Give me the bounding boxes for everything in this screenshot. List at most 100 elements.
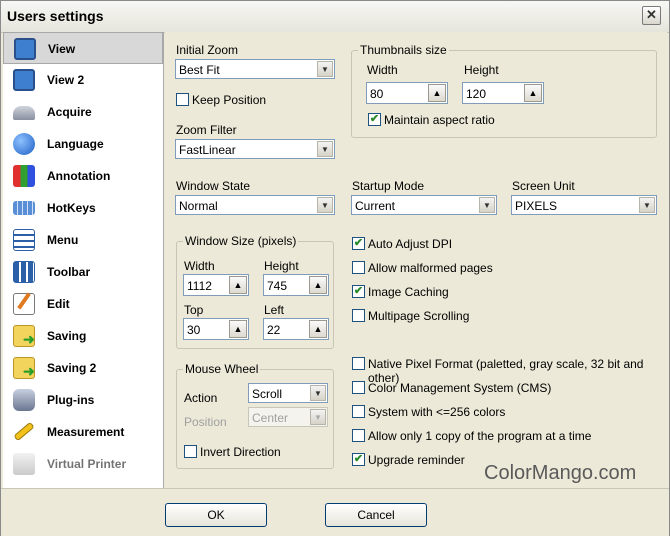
menu-icon [13,229,35,251]
initial-zoom-select[interactable]: Best Fit ▼ [175,59,335,79]
chevron-down-icon: ▼ [317,197,333,213]
invert-direction-checkbox[interactable] [184,445,197,458]
sidebar-item-label: Plug-ins [47,393,95,407]
cms-checkbox[interactable] [352,381,365,394]
zoom-filter-select[interactable]: FastLinear ▼ [175,139,335,159]
wheel-action-select[interactable]: Scroll ▼ [248,383,328,403]
sidebar-item-edit[interactable]: Edit [3,288,163,320]
window-width-label: Width [184,259,215,273]
chevron-down-icon: ▼ [479,197,495,213]
image-caching-checkbox[interactable]: ✔ [352,285,365,298]
sidebar-item-language[interactable]: Language [3,128,163,160]
cms-label: Color Management System (CMS) [368,381,552,395]
chevron-down-icon: ▼ [639,197,655,213]
sidebar-item-label: Language [47,137,104,151]
sidebar-item-acquire[interactable]: Acquire [3,96,163,128]
close-button[interactable]: ✕ [642,6,661,25]
invert-direction-label: Invert Direction [200,445,281,459]
printer-icon [13,453,35,475]
window-height-label: Height [264,259,299,273]
window-left-label: Left [264,303,285,317]
thumb-width-spinner[interactable]: 80 ▲ [366,82,448,104]
keep-position-checkbox[interactable] [176,93,189,106]
scanner-icon [13,106,35,120]
sidebar-item-label: Menu [47,233,79,247]
allow-malformed-checkbox[interactable] [352,261,365,274]
window-width-spinner[interactable]: 1112 ▲ [183,274,249,296]
sidebar-item-label: Edit [47,297,70,311]
sidebar-item-menu[interactable]: Menu [3,224,163,256]
spinner-icon[interactable]: ▲ [428,84,446,102]
sidebar-item-label: View [48,42,76,56]
system-256-colors-checkbox[interactable] [352,405,365,418]
ruler-icon [13,421,35,442]
sidebar-item-label: Saving [47,329,87,343]
sidebar-item-saving[interactable]: ➜ Saving [3,320,163,352]
sidebar-item-view[interactable]: View [3,32,163,64]
upgrade-reminder-checkbox[interactable]: ✔ [352,453,365,466]
keyboard-icon [13,201,35,215]
sidebar-item-label: Acquire [47,105,92,119]
ok-button[interactable]: OK [165,503,267,527]
allow-malformed-label: Allow malformed pages [368,261,493,275]
sidebar-item-label: Measurement [47,425,125,439]
window-top-value: 30 [187,323,201,337]
window-left-spinner[interactable]: 22 ▲ [263,318,329,340]
startup-mode-select[interactable]: Current ▼ [351,195,497,215]
window-height-spinner[interactable]: 745 ▲ [263,274,329,296]
plugin-icon [13,389,35,411]
spinner-icon[interactable]: ▲ [229,276,247,294]
sidebar-item-view-2[interactable]: View 2 [3,64,163,96]
spinner-icon[interactable]: ▲ [309,276,327,294]
chevron-down-icon: ▼ [310,409,326,425]
maintain-aspect-checkbox[interactable]: ✔ [368,113,381,126]
window-height-value: 745 [267,279,288,293]
sidebar-item-annotation[interactable]: Annotation [3,160,163,192]
thumb-height-spinner[interactable]: 120 ▲ [462,82,544,104]
cancel-button[interactable]: Cancel [325,503,427,527]
wheel-position-value: Center [252,411,289,425]
zoom-filter-value: FastLinear [179,143,236,157]
edit-icon [13,292,35,315]
globe-icon [13,133,35,155]
system-256-colors-label: System with <=256 colors [368,405,506,419]
sidebar-item-label: Toolbar [47,265,91,279]
wheel-position-select: Center ▼ [248,407,328,427]
sidebar-item-label: Annotation [47,169,111,183]
window-state-label: Window State [176,179,251,193]
native-pixel-format-checkbox[interactable] [352,357,365,370]
sidebar-item-virtual-printer[interactable]: Virtual Printer [3,448,163,480]
sidebar-item-saving-2[interactable]: ➜ Saving 2 [3,352,163,384]
screen-unit-select[interactable]: PIXELS ▼ [511,195,657,215]
mouse-wheel-title: Mouse Wheel [183,362,261,376]
spinner-icon[interactable]: ▲ [229,320,247,338]
sidebar-item-measurement[interactable]: Measurement [3,416,163,448]
chevron-down-icon: ▼ [310,385,326,401]
startup-mode-value: Current [355,199,396,213]
thumb-width-label: Width [367,63,398,77]
initial-zoom-value: Best Fit [179,63,220,77]
sidebar-item-label: HotKeys [47,201,96,215]
window-size-title: Window Size (pixels) [183,234,299,248]
window-state-value: Normal [179,199,218,213]
wheel-action-value: Scroll [252,387,283,401]
thumbnails-size-title: Thumbnails size [358,43,449,57]
maintain-aspect-label: Maintain aspect ratio [384,113,495,127]
window-left-value: 22 [267,323,281,337]
sidebar-item-toolbar[interactable]: Toolbar [3,256,163,288]
window-state-select[interactable]: Normal ▼ [175,195,335,215]
chevron-down-icon: ▼ [317,61,333,77]
multipage-scrolling-checkbox[interactable] [352,309,365,322]
image-caching-label: Image Caching [368,285,449,299]
single-instance-checkbox[interactable] [352,429,365,442]
sidebar-item-hotkeys[interactable]: HotKeys [3,192,163,224]
sidebar-item-plug-ins[interactable]: Plug-ins [3,384,163,416]
auto-adjust-dpi-checkbox[interactable]: ✔ [352,237,365,250]
startup-mode-label: Startup Mode [352,179,425,193]
auto-adjust-dpi-label: Auto Adjust DPI [368,237,453,251]
spinner-icon[interactable]: ▲ [524,84,542,102]
window-top-spinner[interactable]: 30 ▲ [183,318,249,340]
spinner-icon[interactable]: ▲ [309,320,327,338]
window-title: Users settings [7,8,104,24]
save-folder-icon: ➜ [13,325,35,347]
